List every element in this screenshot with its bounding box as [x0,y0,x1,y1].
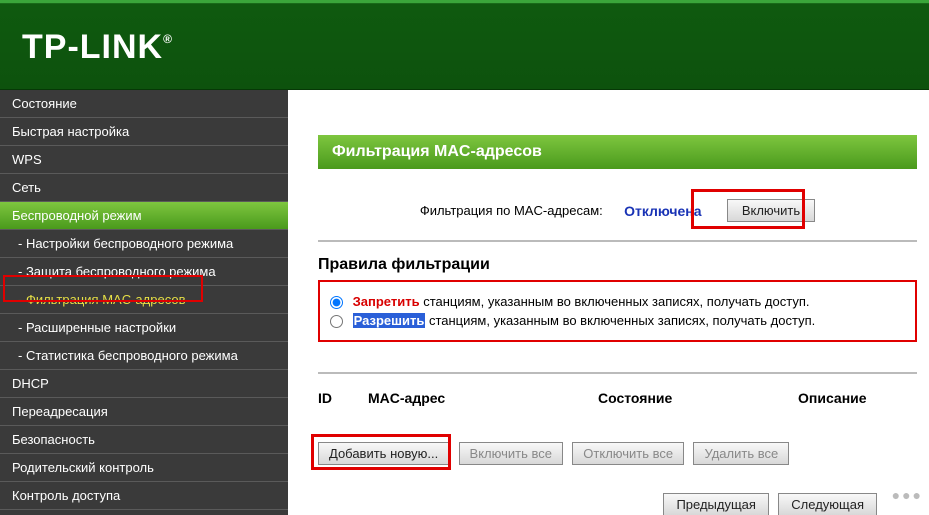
sidebar-item-wireless[interactable]: Беспроводной режим [0,202,288,230]
sidebar-item-wireless-settings[interactable]: - Настройки беспроводного режима [0,230,288,258]
sidebar-item-parental[interactable]: Родительский контроль [0,454,288,482]
rules-section: Правила фильтрации Запретить станциям, у… [318,256,917,374]
enable-button[interactable]: Включить [727,199,815,222]
pager-row: Предыдущая Следующая [318,493,917,515]
sidebar: Состояние Быстрая настройка WPS Сеть Бес… [0,90,288,515]
rule-allow-text: станциям, указанным во включенных запися… [425,313,815,328]
rule-deny-keyword: Запретить [353,294,420,309]
rule-allow-radio[interactable] [330,315,343,328]
content-area: Фильтрация MAC-адресов Фильтрация по MAC… [288,90,929,515]
delete-all-button[interactable]: Удалить все [693,442,789,465]
sidebar-item-forwarding[interactable]: Переадресация [0,398,288,426]
page-title: Фильтрация MAC-адресов [318,135,917,169]
disable-all-button[interactable]: Отключить все [572,442,684,465]
table-header: ID MAC-адрес Состояние Описание [318,390,917,406]
sidebar-item-wireless-security[interactable]: - Защита беспроводного режима [0,258,288,286]
sidebar-item-mac-filter[interactable]: - Фильтрация MAC-адресов [0,286,288,314]
sidebar-item-network[interactable]: Сеть [0,174,288,202]
header: TP-LINK® [0,0,929,90]
th-desc: Описание [798,390,917,406]
sidebar-item-access-control[interactable]: Контроль доступа [0,482,288,510]
rule-allow-keyword: Разрешить [353,313,426,328]
brand-text: TP-LINK [22,28,163,66]
sidebar-item-quick-setup[interactable]: Быстрая настройка [0,118,288,146]
actions-row: Добавить новую... Включить все Отключить… [318,442,917,465]
sidebar-item-wireless-stats[interactable]: - Статистика беспроводного режима [0,342,288,370]
registered-mark: ® [163,32,173,46]
rule-deny-text: станциям, указанным во включенных запися… [420,294,810,309]
rules-box: Запретить станциям, указанным во включен… [318,280,917,342]
filter-status-value: Отключена [624,203,701,219]
rule-deny-row: Запретить станциям, указанным во включен… [330,294,905,309]
rules-title: Правила фильтрации [318,256,917,274]
resize-grip-icon: ●●● [892,487,923,503]
filter-status-label: Фильтрация по MAC-адресам: [420,203,603,218]
next-button[interactable]: Следующая [778,493,877,515]
enable-all-button[interactable]: Включить все [459,442,563,465]
brand-logo: TP-LINK® [22,28,173,67]
rule-deny-radio[interactable] [330,296,343,309]
sidebar-item-advanced[interactable]: - Расширенные настройки [0,314,288,342]
prev-button[interactable]: Предыдущая [663,493,769,515]
filter-status-row: Фильтрация по MAC-адресам: Отключена Вкл… [318,199,917,242]
sidebar-item-routing[interactable]: Расширенные настройки маршрутизации [0,510,288,515]
th-mac: MAC-адрес [368,390,598,406]
sidebar-item-wps[interactable]: WPS [0,146,288,174]
add-new-button[interactable]: Добавить новую... [318,442,449,465]
sidebar-item-status[interactable]: Состояние [0,90,288,118]
rule-allow-row: Разрешить станциям, указанным во включен… [330,313,905,328]
main-container: Состояние Быстрая настройка WPS Сеть Бес… [0,90,929,515]
sidebar-item-security[interactable]: Безопасность [0,426,288,454]
sidebar-item-dhcp[interactable]: DHCP [0,370,288,398]
th-id: ID [318,390,368,406]
th-state: Состояние [598,390,798,406]
